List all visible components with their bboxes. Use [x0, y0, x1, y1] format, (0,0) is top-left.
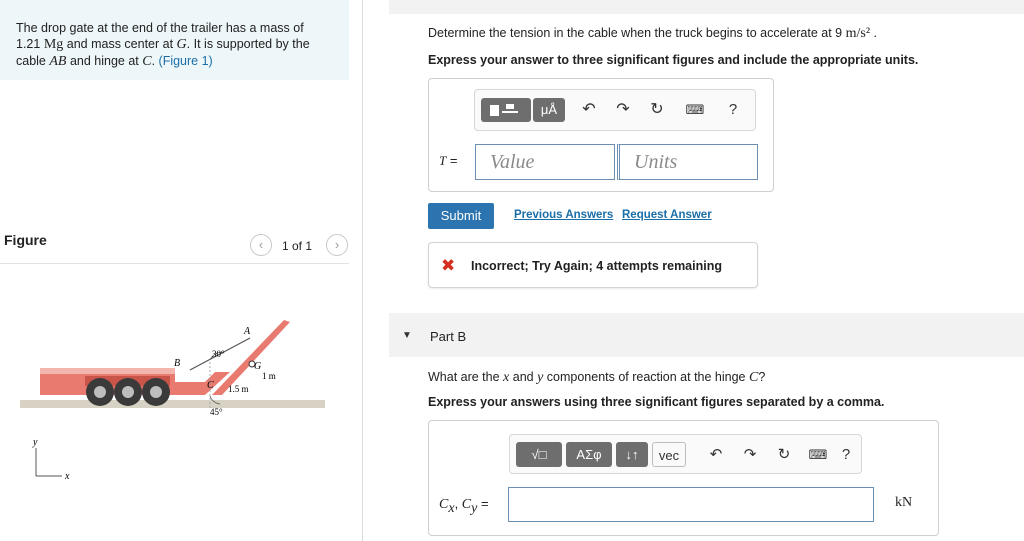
- reset-icon[interactable]: ↻: [647, 98, 667, 122]
- caret-down-icon[interactable]: ▼: [402, 330, 412, 341]
- question-prefix: Determine the tension in the cable when …: [428, 26, 846, 40]
- label-angle-45: 45°: [210, 407, 223, 417]
- figure-separator: [0, 263, 349, 264]
- part-a-question: Determine the tension in the cable when …: [428, 26, 877, 42]
- point-c: C: [142, 54, 152, 69]
- problem-statement: The drop gate at the end of the trailer …: [0, 0, 349, 80]
- eq-sign-b: =: [477, 496, 489, 511]
- problem-text-2: and mass center at: [63, 37, 177, 51]
- label-a: A: [243, 326, 251, 337]
- matrix-sqrt-button[interactable]: √□: [516, 442, 562, 467]
- figure-pager: 1 of 1: [282, 239, 313, 253]
- reaction-label: Cx, Cy =: [439, 496, 489, 517]
- part-b-question: What are the x and y components of react…: [428, 370, 765, 386]
- part-a-answer-panel: μÅ ↶ ↷ ↻ ⌨ ? T = Value Units: [428, 78, 774, 192]
- qb-1: What are the: [428, 370, 504, 384]
- keyboard-icon[interactable]: ⌨: [683, 98, 707, 122]
- qb-2: and: [509, 370, 538, 384]
- unit-label: kN: [895, 495, 913, 510]
- hinge-label: C: [749, 370, 759, 385]
- cable-label: AB: [49, 54, 67, 69]
- wheels: [86, 378, 170, 406]
- arrows-button[interactable]: ↓↑: [616, 442, 648, 467]
- figure-heading: Figure: [4, 232, 47, 248]
- incorrect-icon: ✖: [441, 256, 456, 275]
- units-input[interactable]: Units: [617, 144, 758, 180]
- problem-text-6: .: [151, 54, 159, 68]
- redo-icon[interactable]: ↷: [613, 98, 633, 122]
- axes-icon: [35, 448, 62, 477]
- tension-eq-sign: =: [446, 153, 458, 168]
- label-g: G: [254, 361, 261, 372]
- part-a-instruction: Express your answer to three significant…: [428, 53, 919, 67]
- label-angle-30: 30°: [212, 349, 225, 359]
- units-button[interactable]: μÅ: [533, 98, 565, 122]
- mass-value: 1.21: [16, 37, 41, 51]
- help-button[interactable]: ?: [723, 98, 743, 122]
- undo-icon[interactable]: ↶: [579, 98, 599, 122]
- part-b-title[interactable]: Part B: [430, 329, 466, 344]
- cy-var: C: [461, 497, 472, 512]
- feedback-box: ✖ Incorrect; Try Again; 4 attempts remai…: [428, 242, 758, 288]
- previous-answers-link[interactable]: Previous Answers: [514, 209, 613, 221]
- reset-icon[interactable]: ↻: [774, 442, 794, 467]
- axis-x-label: x: [64, 471, 70, 482]
- templates-icon[interactable]: [481, 98, 531, 122]
- help-button[interactable]: ?: [836, 442, 856, 467]
- axis-y-label: y: [32, 437, 38, 448]
- qb-4: ?: [758, 370, 766, 384]
- question-suffix: .: [870, 26, 877, 40]
- part-b-header[interactable]: [389, 313, 1024, 357]
- mass-unit: Mg: [43, 37, 64, 52]
- label-c: C: [207, 380, 214, 391]
- label-1-5m: 1.5 m: [228, 384, 249, 394]
- problem-text-4: cable: [16, 54, 50, 68]
- ground: [20, 400, 325, 408]
- cx-var: C: [439, 497, 449, 512]
- chevron-left-icon[interactable]: ‹: [250, 234, 272, 256]
- greek-button[interactable]: ΑΣφ: [566, 442, 612, 467]
- request-answer-link[interactable]: Request Answer: [622, 209, 712, 221]
- keyboard-icon[interactable]: ⌨: [806, 442, 830, 467]
- part-a-header-band: [389, 0, 1024, 14]
- tension-label: T =: [439, 153, 457, 169]
- qb-3: components of reaction at the hinge: [543, 370, 749, 384]
- undo-icon[interactable]: ↶: [706, 442, 726, 467]
- submit-button[interactable]: Submit: [428, 203, 494, 229]
- eq-sep: ,: [454, 496, 462, 511]
- point-g: G: [176, 37, 187, 52]
- trailer-figure: B A C G 30° 45° 1 m 1.5 m y x: [20, 320, 325, 482]
- problem-text-1: The drop gate at the end of the trailer …: [16, 21, 304, 35]
- reaction-answer-input[interactable]: [508, 487, 874, 522]
- value-input[interactable]: Value: [475, 144, 615, 180]
- part-a-toolbar: μÅ ↶ ↷ ↻ ⌨ ?: [474, 89, 756, 131]
- accel-unit: m/s²: [845, 26, 871, 41]
- problem-text-3: . It is supported by the: [186, 37, 310, 51]
- label-1m: 1 m: [262, 371, 276, 381]
- label-b: B: [174, 358, 180, 369]
- chevron-right-icon[interactable]: ›: [326, 234, 348, 256]
- figure-link[interactable]: (Figure 1): [159, 54, 213, 68]
- panel-divider: [362, 0, 363, 541]
- vec-button[interactable]: vec: [652, 442, 686, 467]
- part-b-answer-panel: √□ ΑΣφ ↓↑ vec ↶ ↷ ↻ ⌨ ? Cx, Cy = kN: [428, 420, 939, 536]
- part-b-instruction: Express your answers using three signifi…: [428, 395, 885, 409]
- problem-text-5: and hinge at: [66, 54, 143, 68]
- part-b-toolbar: √□ ΑΣφ ↓↑ vec ↶ ↷ ↻ ⌨ ?: [509, 434, 862, 474]
- feedback-message: Incorrect; Try Again; 4 attempts remaini…: [471, 259, 722, 273]
- redo-icon[interactable]: ↷: [740, 442, 760, 467]
